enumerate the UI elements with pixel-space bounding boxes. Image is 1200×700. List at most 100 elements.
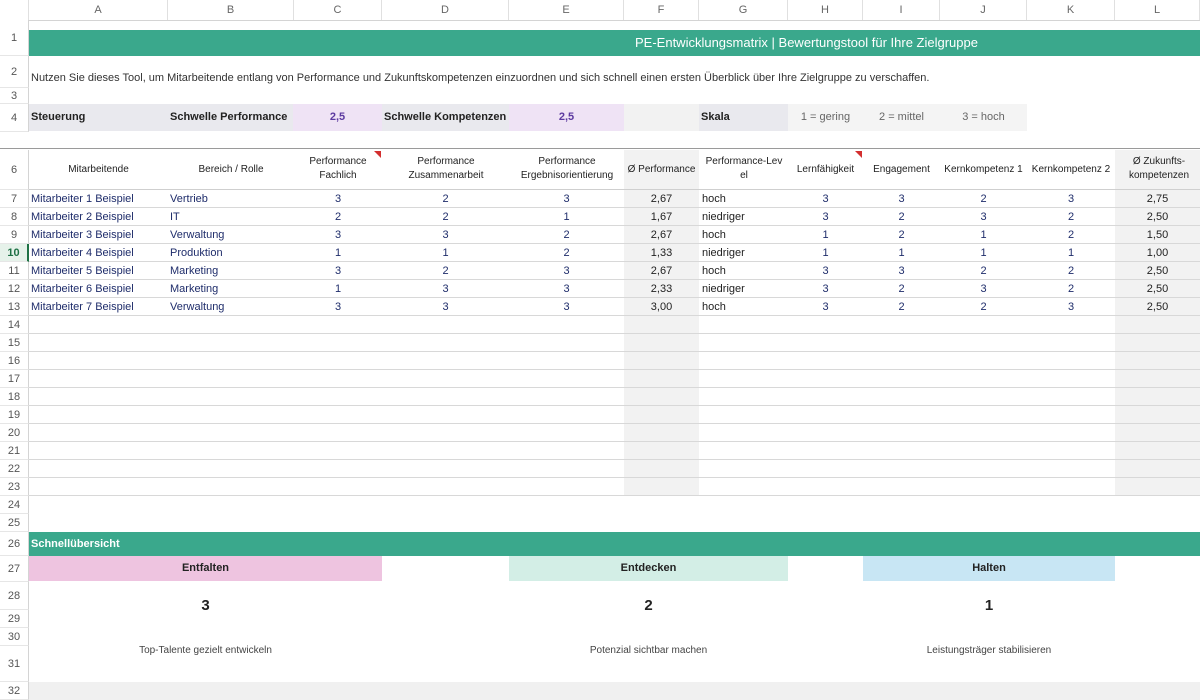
cell-perf-technical[interactable]: 3	[294, 190, 382, 208]
cell-avg-performance[interactable]: 2,67	[624, 190, 699, 208]
cell-perf-technical[interactable]: 1	[294, 280, 382, 298]
col-header-e[interactable]: E	[509, 0, 624, 20]
cell-learning[interactable]: 3	[788, 190, 863, 208]
cell-perf-collab[interactable]: 2	[382, 190, 509, 208]
cell-employee-name[interactable]: Mitarbeiter 5 Beispiel	[29, 262, 168, 280]
cell-core-1[interactable]: 3	[940, 280, 1027, 298]
cell-role[interactable]: Verwaltung	[168, 298, 294, 316]
row-header-23[interactable]: 23	[0, 478, 29, 496]
cell-core-1[interactable]: 2	[940, 262, 1027, 280]
cell-perf-results[interactable]: 3	[509, 280, 624, 298]
row-header-3[interactable]: 3	[0, 88, 29, 104]
comment-indicator-icon[interactable]	[374, 151, 381, 158]
row-header-11[interactable]: 11	[0, 262, 29, 280]
row-header-4[interactable]: 4	[0, 104, 29, 132]
cell-core-2[interactable]: 2	[1027, 226, 1115, 244]
col-header-c[interactable]: C	[294, 0, 382, 20]
cell-perf-level[interactable]: niedriger	[699, 244, 788, 262]
empty-row[interactable]	[29, 424, 1200, 442]
row-header-18[interactable]: 18	[0, 388, 29, 406]
col-header-j[interactable]: J	[940, 0, 1027, 20]
cell-core-2[interactable]: 2	[1027, 208, 1115, 226]
row-header-7[interactable]: 7	[0, 190, 29, 208]
cell-perf-level[interactable]: niedriger	[699, 280, 788, 298]
cell-perf-results[interactable]: 3	[509, 262, 624, 280]
row-header-17[interactable]: 17	[0, 370, 29, 388]
col-header-l[interactable]: L	[1115, 0, 1200, 20]
cell-avg-performance[interactable]: 3,00	[624, 298, 699, 316]
col-header-b[interactable]: B	[168, 0, 294, 20]
row-header-16[interactable]: 16	[0, 352, 29, 370]
select-all-corner[interactable]	[0, 0, 29, 20]
cell-core-1[interactable]: 1	[940, 244, 1027, 262]
row-header-1[interactable]: 1	[0, 20, 29, 56]
row-header-31[interactable]: 31	[0, 646, 29, 682]
cell-perf-collab[interactable]: 1	[382, 244, 509, 262]
row-header-21[interactable]: 21	[0, 442, 29, 460]
header-learning[interactable]: Lernfähigkeit	[788, 150, 863, 190]
cell-core-1[interactable]: 2	[940, 190, 1027, 208]
empty-row[interactable]	[29, 460, 1200, 478]
empty-row[interactable]	[29, 316, 1200, 334]
cell-avg-performance[interactable]: 1,33	[624, 244, 699, 262]
cell-engagement[interactable]: 2	[863, 226, 940, 244]
cell-employee-name[interactable]: Mitarbeiter 3 Beispiel	[29, 226, 168, 244]
cell-perf-technical[interactable]: 2	[294, 208, 382, 226]
cell-employee-name[interactable]: Mitarbeiter 7 Beispiel	[29, 298, 168, 316]
cell-avg-future[interactable]: 2,50	[1115, 298, 1200, 316]
comment-indicator-icon[interactable]	[855, 151, 862, 158]
cell-core-2[interactable]: 3	[1027, 190, 1115, 208]
cell-employee-name[interactable]: Mitarbeiter 6 Beispiel	[29, 280, 168, 298]
cell-engagement[interactable]: 2	[863, 298, 940, 316]
cell-perf-level[interactable]: hoch	[699, 226, 788, 244]
row-header-26[interactable]: 26	[0, 532, 29, 556]
cell-avg-future[interactable]: 2,50	[1115, 280, 1200, 298]
row-header-14[interactable]: 14	[0, 316, 29, 334]
cell-engagement[interactable]: 3	[863, 262, 940, 280]
cell-avg-performance[interactable]: 2,33	[624, 280, 699, 298]
header-perf-technical[interactable]: Performance Fachlich	[302, 155, 374, 187]
cell-learning[interactable]: 3	[788, 208, 863, 226]
header-perf-collab[interactable]: Performance Zusammenarbeit	[396, 155, 496, 187]
cell-avg-future[interactable]: 2,75	[1115, 190, 1200, 208]
cell-role[interactable]: IT	[168, 208, 294, 226]
empty-row[interactable]	[29, 388, 1200, 406]
row-header-20[interactable]: 20	[0, 424, 29, 442]
empty-row[interactable]	[29, 406, 1200, 424]
cell-learning[interactable]: 3	[788, 298, 863, 316]
empty-row[interactable]	[29, 352, 1200, 370]
cell-perf-collab[interactable]: 3	[382, 280, 509, 298]
row-header-27[interactable]: 27	[0, 556, 29, 582]
perf-threshold-input[interactable]: 2,5	[293, 104, 382, 131]
cell-avg-performance[interactable]: 2,67	[624, 226, 699, 244]
cell-role[interactable]: Marketing	[168, 262, 294, 280]
cell-avg-future[interactable]: 2,50	[1115, 262, 1200, 280]
cell-learning[interactable]: 1	[788, 226, 863, 244]
cell-perf-level[interactable]: hoch	[699, 190, 788, 208]
col-header-h[interactable]: H	[788, 0, 863, 20]
header-role[interactable]: Bereich / Rolle	[168, 150, 294, 190]
row-header-12[interactable]: 12	[0, 280, 29, 298]
cell-core-1[interactable]: 1	[940, 226, 1027, 244]
cell-perf-collab[interactable]: 3	[382, 226, 509, 244]
cell-perf-technical[interactable]: 3	[294, 262, 382, 280]
col-header-f[interactable]: F	[624, 0, 699, 20]
row-header-32[interactable]: 32	[0, 682, 29, 700]
cell-perf-level[interactable]: hoch	[699, 262, 788, 280]
cell-perf-technical[interactable]: 1	[294, 244, 382, 262]
cell-perf-results[interactable]: 3	[509, 190, 624, 208]
cell-employee-name[interactable]: Mitarbeiter 1 Beispiel	[29, 190, 168, 208]
row-header-29[interactable]: 29	[0, 610, 29, 628]
row-header-19[interactable]: 19	[0, 406, 29, 424]
col-header-i[interactable]: I	[863, 0, 940, 20]
cell-perf-collab[interactable]: 3	[382, 298, 509, 316]
row-header-28[interactable]: 28	[0, 582, 29, 610]
row-header-30[interactable]: 30	[0, 628, 29, 646]
cell-perf-results[interactable]: 3	[509, 298, 624, 316]
empty-row[interactable]	[29, 442, 1200, 460]
cell-avg-future[interactable]: 1,50	[1115, 226, 1200, 244]
empty-row[interactable]	[29, 370, 1200, 388]
cell-perf-collab[interactable]: 2	[382, 262, 509, 280]
cell-learning[interactable]: 1	[788, 244, 863, 262]
cell-learning[interactable]: 3	[788, 262, 863, 280]
